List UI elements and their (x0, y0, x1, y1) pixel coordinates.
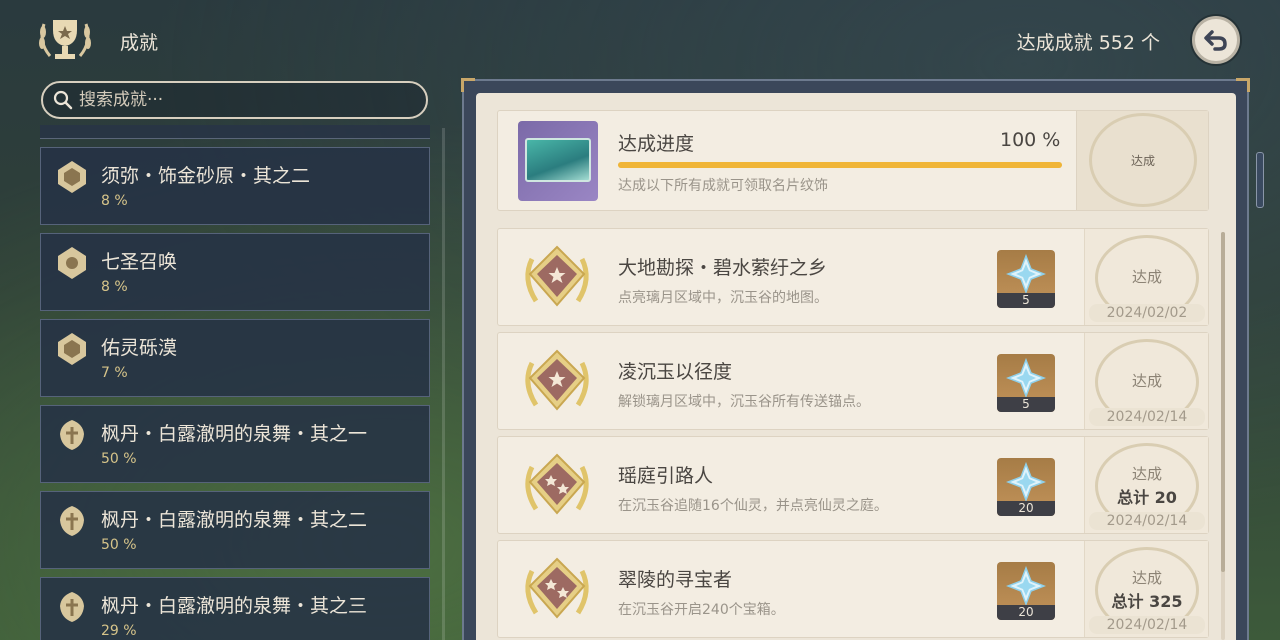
category-item[interactable]: 枫丹・白露澈明的泉舞・其之三 29 % (40, 577, 430, 640)
achievement-total-value: 552 个 (1098, 32, 1160, 54)
category-percent: 50 % (101, 537, 137, 553)
category-name: 枫丹・白露澈明的泉舞・其之一 (101, 423, 368, 445)
category-percent: 50 % (101, 451, 137, 467)
reward-item[interactable]: 5 (997, 250, 1055, 308)
achievement-total-progress: 总计 20 (1117, 488, 1177, 507)
trophy-wreath-icon (39, 20, 91, 59)
achievement-title: 翠陵的寻宝者 (618, 569, 733, 591)
achievement-row: 瑶庭引路人 在沉玉谷追随16个仙灵，并点亮仙灵之庭。 20 达成 总计 20 2… (497, 436, 1209, 534)
category-percent: 29 % (101, 623, 137, 639)
progress-bar-fill (618, 162, 1062, 168)
category-name: 佑灵砾漠 (101, 337, 178, 359)
achievement-medal-icon (525, 557, 589, 619)
category-name: 枫丹・白露澈明的泉舞・其之三 (101, 595, 368, 617)
achievement-title: 瑶庭引路人 (618, 465, 714, 487)
achievement-scrollbar-thumb[interactable] (1221, 232, 1225, 572)
achievement-description: 解锁璃月区域中，沉玉谷所有传送锚点。 (618, 394, 870, 410)
search-input[interactable] (79, 90, 399, 110)
search-icon (53, 90, 73, 110)
achievement-date: 2024/02/14 (1089, 616, 1205, 634)
category-item[interactable]: 七圣召唤 8 % (40, 233, 430, 311)
category-item[interactable]: 佑灵砾漠 7 % (40, 319, 430, 397)
reward-quantity: 20 (997, 501, 1055, 516)
achievement-date: 2024/02/14 (1089, 408, 1205, 426)
achievement-description: 在沉玉谷开启240个宝箱。 (618, 602, 785, 618)
category-name: 七圣召唤 (101, 251, 178, 273)
page-title: 成就 (120, 32, 159, 54)
achievement-list: 大地勘探・碧水萦纡之乡 点亮璃月区域中，沉玉谷的地图。 5 达成 2024/02… (497, 228, 1209, 640)
achievement-status: 达成 (1131, 372, 1162, 390)
primogem-icon (1006, 566, 1046, 606)
category-percent: 8 % (101, 193, 128, 209)
reward-item[interactable]: 5 (997, 354, 1055, 412)
achievement-title: 大地勘探・碧水萦纡之乡 (618, 257, 828, 279)
reward-item[interactable]: 20 (997, 458, 1055, 516)
reward-quantity: 20 (997, 605, 1055, 620)
achievement-status: 达成 (1131, 268, 1162, 286)
category-item[interactable]: 枫丹・白露澈明的泉舞・其之一 50 % (40, 405, 430, 483)
category-item[interactable]: 须弥・饰金砂原・其之二 8 % (40, 147, 430, 225)
category-percent: 7 % (101, 365, 128, 381)
achievement-row: 翠陵的寻宝者 在沉玉谷开启240个宝箱。 20 达成 总计 325 2024/0… (497, 540, 1209, 638)
back-button[interactable] (1192, 16, 1240, 64)
progress-stamp-area: 达成 (1076, 111, 1208, 210)
achievement-title: 凌沉玉以径度 (618, 361, 733, 383)
achievement-date: 2024/02/02 (1089, 304, 1205, 322)
category-name: 枫丹・白露澈明的泉舞・其之二 (101, 509, 368, 531)
search-field[interactable] (41, 81, 428, 119)
reward-item[interactable]: 20 (997, 562, 1055, 620)
category-percent: 8 % (101, 279, 128, 295)
progress-title: 达成进度 (618, 133, 695, 155)
achievement-description: 点亮璃月区域中，沉玉谷的地图。 (618, 290, 828, 306)
category-badge-icon (58, 161, 86, 193)
primogem-icon (1006, 254, 1046, 294)
category-list-item-partial[interactable] (40, 125, 430, 139)
achievement-stamp-area: 达成 2024/02/14 (1084, 333, 1208, 429)
progress-description: 达成以下所有成就可领取名片纹饰 (618, 178, 828, 194)
primogem-icon (1006, 358, 1046, 398)
completed-stamp-label: 达成 (1130, 153, 1155, 168)
achievement-stamp-area: 达成 2024/02/02 (1084, 229, 1208, 325)
panel-side-tab[interactable] (1256, 152, 1264, 208)
reward-quantity: 5 (997, 397, 1055, 412)
namecard-reward-thumbnail[interactable] (518, 121, 598, 201)
achievement-total-label: 达成成就 (1016, 32, 1093, 54)
achievement-total-progress: 总计 325 (1111, 592, 1183, 611)
achievement-total: 达成成就 552 个 (1017, 28, 1160, 55)
achievement-medal-icon (525, 453, 589, 515)
achievement-status: 达成 (1131, 465, 1162, 483)
progress-card: 达成进度 100 % 达成以下所有成就可领取名片纹饰 达成 (497, 110, 1209, 211)
achievement-row: 凌沉玉以径度 解锁璃月区域中，沉玉谷所有传送锚点。 5 达成 2024/02/1… (497, 332, 1209, 430)
achievement-description: 在沉玉谷追随16个仙灵，并点亮仙灵之庭。 (618, 498, 888, 514)
reward-quantity: 5 (997, 293, 1055, 308)
achievement-medal-icon (525, 349, 589, 411)
completed-stamp: 达成 (1089, 113, 1197, 207)
category-badge-icon (60, 506, 84, 536)
achievement-medal-icon (525, 245, 589, 307)
primogem-icon (1006, 462, 1046, 502)
category-badge-icon (60, 592, 84, 622)
achievement-row: 大地勘探・碧水萦纡之乡 点亮璃月区域中，沉玉谷的地图。 5 达成 2024/02… (497, 228, 1209, 326)
return-arrow-icon (1204, 30, 1227, 51)
category-list: 须弥・饰金砂原・其之二 8 % 七圣召唤 8 % 佑灵砾漠 7 % 枫丹・白露澈… (40, 125, 430, 640)
progress-bar (618, 162, 1062, 168)
category-item[interactable]: 枫丹・白露澈明的泉舞・其之二 50 % (40, 491, 430, 569)
achievement-status: 达成 (1131, 569, 1162, 587)
progress-percent: 100 % (1000, 129, 1061, 151)
category-badge-icon (60, 420, 84, 450)
category-name: 须弥・饰金砂原・其之二 (101, 165, 311, 187)
achievement-stamp-area: 达成 总计 20 2024/02/14 (1084, 437, 1208, 533)
category-badge-icon (58, 247, 86, 279)
achievement-stamp-area: 达成 总计 325 2024/02/14 (1084, 541, 1208, 637)
category-badge-icon (58, 333, 86, 365)
category-scrollbar[interactable] (442, 128, 445, 640)
achievement-date: 2024/02/14 (1089, 512, 1205, 530)
